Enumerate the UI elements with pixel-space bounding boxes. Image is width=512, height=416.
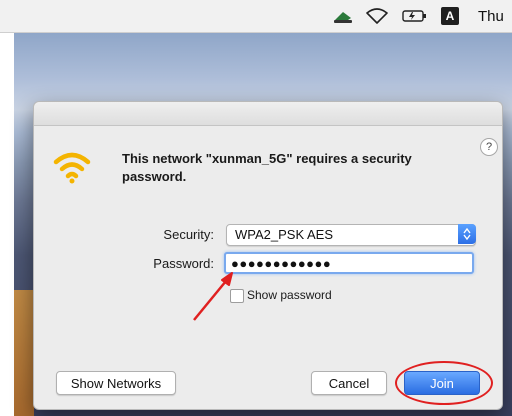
desktop-sand-dune (14, 290, 34, 416)
show-networks-button[interactable]: Show Networks (56, 371, 176, 395)
security-label: Security: (163, 227, 214, 242)
password-field[interactable]: ●●●●●●●●●●●● (224, 252, 474, 274)
help-button[interactable]: ? (480, 138, 498, 156)
show-password-label[interactable]: Show password (247, 288, 332, 302)
cancel-button[interactable]: Cancel (311, 371, 387, 395)
wifi-menu-icon[interactable] (365, 6, 389, 26)
security-value: WPA2_PSK AES (235, 227, 334, 242)
dialog-titlebar (34, 102, 502, 126)
menu-bar: A Thu (0, 0, 512, 33)
network-drive-icon[interactable] (332, 6, 354, 26)
battery-icon[interactable] (402, 6, 428, 26)
chevron-updown-icon (458, 224, 476, 244)
wifi-password-dialog: ? This network "xunman_5G" requires a se… (33, 101, 503, 410)
show-password-checkbox[interactable] (230, 289, 244, 303)
input-menu[interactable]: A (440, 6, 460, 26)
input-source-badge: A (441, 7, 459, 25)
password-value: ●●●●●●●●●●●● (231, 256, 332, 271)
wifi-icon (52, 150, 92, 191)
security-select[interactable]: WPA2_PSK AES (226, 224, 476, 246)
menu-clock[interactable]: Thu (478, 6, 512, 26)
dialog-message: This network "xunman_5G" requires a secu… (122, 151, 412, 184)
password-label: Password: (153, 256, 214, 271)
join-button[interactable]: Join (404, 371, 480, 395)
